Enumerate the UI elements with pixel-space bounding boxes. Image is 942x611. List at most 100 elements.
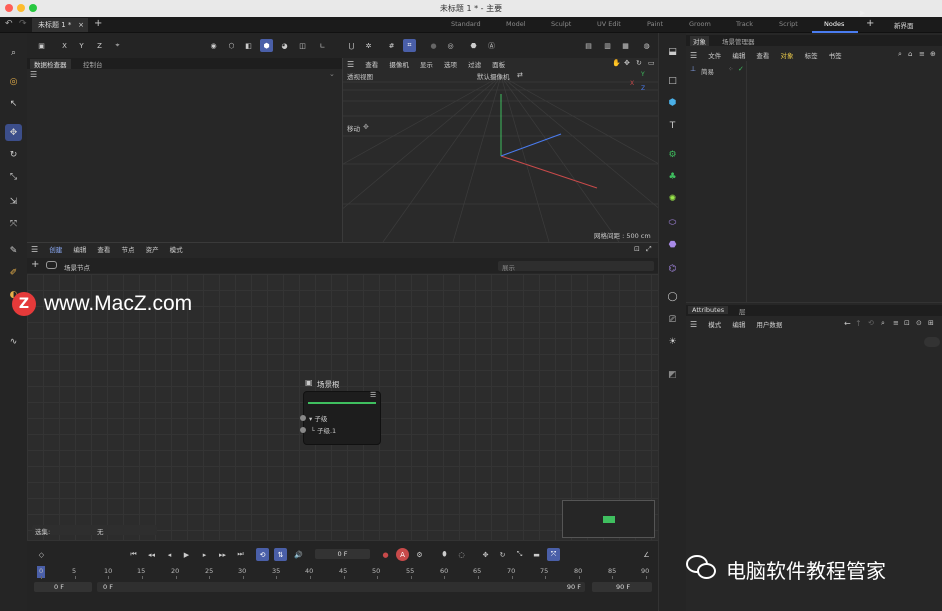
scale-tool-icon[interactable]: ⤡ [5,168,22,185]
object-visibility-icon[interactable]: ⁘ [728,65,733,73]
sound-icon[interactable]: 🔊 [292,548,305,561]
pen-tool-icon[interactable]: ✎ [5,242,22,259]
prev-frame-icon[interactable]: ◂ [163,548,176,561]
fps-icon[interactable]: ⇅ [274,548,287,561]
selection-set-field[interactable]: 选集: 无 [32,525,157,536]
light-icon[interactable]: ☀ [664,333,681,350]
camera-icon[interactable]: ⎚ [664,311,681,328]
text-icon[interactable]: T [664,117,681,134]
rotate-tool-icon[interactable]: ↻ [5,146,22,163]
add-node-icon[interactable]: + [31,259,39,270]
objects-menu-tag[interactable]: 标签 [805,52,818,60]
display-field[interactable]: 展示 [498,261,654,272]
motion-clip-icon[interactable]: ◌ [455,548,468,561]
camera-link-icon[interactable]: ⇄ [517,71,523,79]
node-menu-create[interactable]: 创建 [49,246,62,254]
layout-sculpt[interactable]: Sculpt [551,20,571,28]
new-layout-button[interactable]: 新界面 [894,20,914,30]
objects-filter-icon[interactable]: ≡ [919,50,925,58]
quantize-icon[interactable]: ⌗ [403,39,416,52]
tab-objects[interactable]: 对象 [690,36,709,46]
objects-search-icon[interactable]: ⌕ [898,50,902,59]
field-icon[interactable]: ⬣ [664,236,681,253]
keyframe-settings-icon[interactable]: ⚙ [413,548,426,561]
attributes-search-icon[interactable]: ⌕ [881,319,885,328]
axis-y-button[interactable]: Y [75,39,88,52]
material-icon[interactable]: ◩ [664,366,681,383]
layout-script[interactable]: Script [779,20,798,28]
key-rotation-icon[interactable]: ↻ [496,548,509,561]
attributes-lock-icon[interactable]: ⊡ [904,319,910,327]
attributes-expand-icon[interactable]: ⊞ [928,319,934,327]
autokey-icon[interactable]: A [396,548,409,561]
tab-scene-manager[interactable]: 场景管理器 [722,36,755,46]
key-pla-icon[interactable]: ⤧ [547,548,560,561]
object-mode-icon[interactable]: ⬢ [260,39,273,52]
node-menu-node[interactable]: 节点 [121,246,134,254]
history-icon[interactable]: ⟲ [868,319,874,327]
viewport-rotate-icon[interactable]: ↻ [636,59,642,67]
effector-icon[interactable]: ✺ [664,190,681,207]
generator-icon[interactable]: ⚙ [664,146,681,163]
node-menu-icon[interactable]: ☰ [370,391,376,399]
record-icon[interactable]: ● [379,548,392,561]
layout-track[interactable]: Track [736,20,753,28]
viewport-maximize-icon[interactable]: ▭ [648,59,655,67]
clapper-settings-icon[interactable]: ▦ [619,39,632,52]
key-param-icon[interactable]: ▬ [530,548,543,561]
node-menu-mode[interactable]: 模式 [170,246,183,254]
points-mode-icon[interactable]: ◉ [207,39,220,52]
brush-tool-icon[interactable]: ✐ [5,264,22,281]
layout-model[interactable]: Model [506,20,526,28]
breadcrumb[interactable]: 场景节点 [64,262,90,272]
current-frame-field[interactable]: 0 F [315,549,370,559]
next-frame-icon[interactable]: ▸ [198,548,211,561]
hamburger-menu-icon[interactable]: ☰ [30,70,37,79]
close-tab-icon[interactable]: × [78,18,84,32]
objects-menu-edit[interactable]: 编辑 [732,52,745,60]
objects-hamburger-icon[interactable]: ☰ [690,51,697,60]
document-tab[interactable]: 未标题 1 * × [32,18,88,32]
null-object-icon[interactable]: ⬓ [664,43,681,60]
clapper-play-icon[interactable]: ▥ [601,39,614,52]
back-arrow-icon[interactable]: ← [844,319,851,328]
clapper-icon[interactable]: ▤ [582,39,595,52]
cube-icon[interactable]: □ [664,72,681,89]
render-view-icon[interactable]: ◎ [444,39,457,52]
snap-tool-icon[interactable]: ⤧ [5,215,22,232]
start-frame-field[interactable]: 0 F [34,582,92,592]
workplane-icon[interactable]: ∟ [316,39,329,52]
redo-icon[interactable]: ↷ [19,19,27,29]
render-region-icon[interactable]: ● [427,39,440,52]
attributes-menu-user-data[interactable]: 用户数据 [756,321,782,329]
node-menu-asset[interactable]: 资产 [146,246,159,254]
go-to-end-icon[interactable]: ⏭ [234,548,247,561]
attributes-menu-mode[interactable]: 模式 [708,321,721,329]
snap-settings-icon[interactable]: ✲ [362,39,375,52]
uv-mode-icon[interactable]: ◫ [296,39,309,52]
cloner-icon[interactable]: ♣ [664,168,681,185]
key-position-icon[interactable]: ✥ [479,548,492,561]
tab-attributes[interactable]: Attributes [688,306,729,314]
render-settings-icon[interactable]: Ⓐ [485,39,498,52]
objects-menu-file[interactable]: 文件 [708,52,721,60]
camera-name-label[interactable]: 默认摄像机 [477,71,510,81]
axis-x-button[interactable]: X [58,39,71,52]
attributes-hamburger-icon[interactable]: ☰ [690,320,697,329]
layout-standard[interactable]: Standard [451,20,481,28]
attributes-scroll-handle[interactable] [924,337,940,347]
undo-icon[interactable]: ↶ [5,19,13,29]
objects-menu-object[interactable]: 对象 [780,52,793,60]
end-frame-field[interactable]: 90 F [592,582,652,592]
sketch-tool-icon[interactable]: ∿ [5,333,22,350]
tab-layers[interactable]: 层 [739,306,746,316]
select-tool-icon[interactable]: ↖ [5,95,22,112]
tab-console[interactable]: 控制台 [83,59,103,69]
motion-record-icon[interactable]: ⬮ [438,548,451,561]
attributes-settings-icon[interactable]: ⊙ [916,319,922,327]
attributes-filter-icon[interactable]: ≡ [893,319,899,327]
next-key-icon[interactable]: ▸▸ [216,548,229,561]
spline-icon[interactable]: ⌬ [664,260,681,277]
port-children-dot[interactable] [300,415,306,421]
loop-icon[interactable]: ⟲ [256,548,269,561]
